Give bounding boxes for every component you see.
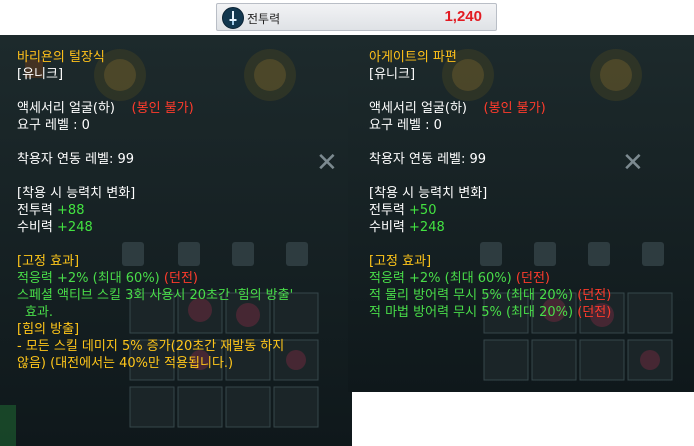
item-grade: [유니크] [369,67,416,82]
seal-status: (봉인 불가) [131,101,194,116]
item-type: 액세서리 얼굴(하) [369,101,467,116]
fixed-effect-header: [고정 효과] [369,254,432,269]
dungeon-tag: (던전) [577,288,612,303]
item-tooltip-right: ✕ 아게이트의 파편 [유니크] 액세서리 얼굴(하) (봉인 불가) 요구 레… [348,35,694,392]
shield-sword-icon [222,7,244,29]
item-name: 아게이트의 파편 [369,50,457,65]
item-tooltip-left: ✕ 바리욘의 털장식 [유니크] 액세서리 얼굴(하) (봉인 불가) 요구 레… [0,35,352,446]
fixed-effect-continued: 효과. [25,305,54,320]
stat-change-header: [착용 시 능력치 변화] [369,186,488,201]
item-grade: [유니크] [17,67,64,82]
dungeon-tag: (던전) [577,305,612,320]
combat-power-label: 전투력 [247,12,281,26]
item-name: 바리욘의 털장식 [17,50,105,65]
stat-change-header: [착용 시 능력치 변화] [17,186,136,201]
fixed-effect: 적 물리 방어력 무시 5% (최대 20%) [369,288,574,303]
stat-value: +88 [57,203,85,218]
wearer-linked-level: 착용자 연동 레벨: 99 [369,152,487,167]
item-type: 액세서리 얼굴(하) [17,101,115,116]
tooltip-content: 바리욘의 털장식 [유니크] 액세서리 얼굴(하) (봉인 불가) 요구 레벨 … [17,49,293,372]
fixed-effect: 적응력 +2% (최대 60%) [17,271,160,286]
tooltip-content: 아게이트의 파편 [유니크] 액세서리 얼굴(하) (봉인 불가) 요구 레벨 … [369,49,611,321]
stat-value: +248 [409,220,445,235]
dungeon-tag: (던전) [163,271,198,286]
stat-value: +248 [57,220,93,235]
required-level: 요구 레벨 : 0 [369,118,442,133]
effect-description: - 모든 스킬 데미지 5% 증가(20초간 재발동 하지 [17,339,285,354]
required-level: 요구 레벨 : 0 [17,118,90,133]
close-icon[interactable]: ✕ [622,150,644,176]
stat-value: +50 [409,203,437,218]
fixed-effect: 적 마법 방어력 무시 5% (최대 20%) [369,305,574,320]
dungeon-tag: (던전) [515,271,550,286]
combat-power-value: 1,240 [444,8,482,25]
close-icon[interactable]: ✕ [316,150,338,176]
effect-name: [힘의 방출] [17,322,80,337]
seal-status: (봉인 불가) [483,101,546,116]
fixed-effect: 적응력 +2% (최대 60%) [369,271,512,286]
stat-label: 수비력 [17,220,53,235]
stat-label: 전투력 [17,203,53,218]
wearer-linked-level: 착용자 연동 레벨: 99 [17,152,135,167]
fixed-effect: 스페셜 액티브 스킬 3회 사용시 20초간 '힘의 방출' [17,288,294,303]
combat-power-bar: 전투력 1,240 [216,3,497,31]
effect-description: 않음) (대전에서는 40%만 적용됩니다.) [17,356,234,371]
stat-label: 전투력 [369,203,405,218]
stat-label: 수비력 [369,220,405,235]
fixed-effect-header: [고정 효과] [17,254,80,269]
